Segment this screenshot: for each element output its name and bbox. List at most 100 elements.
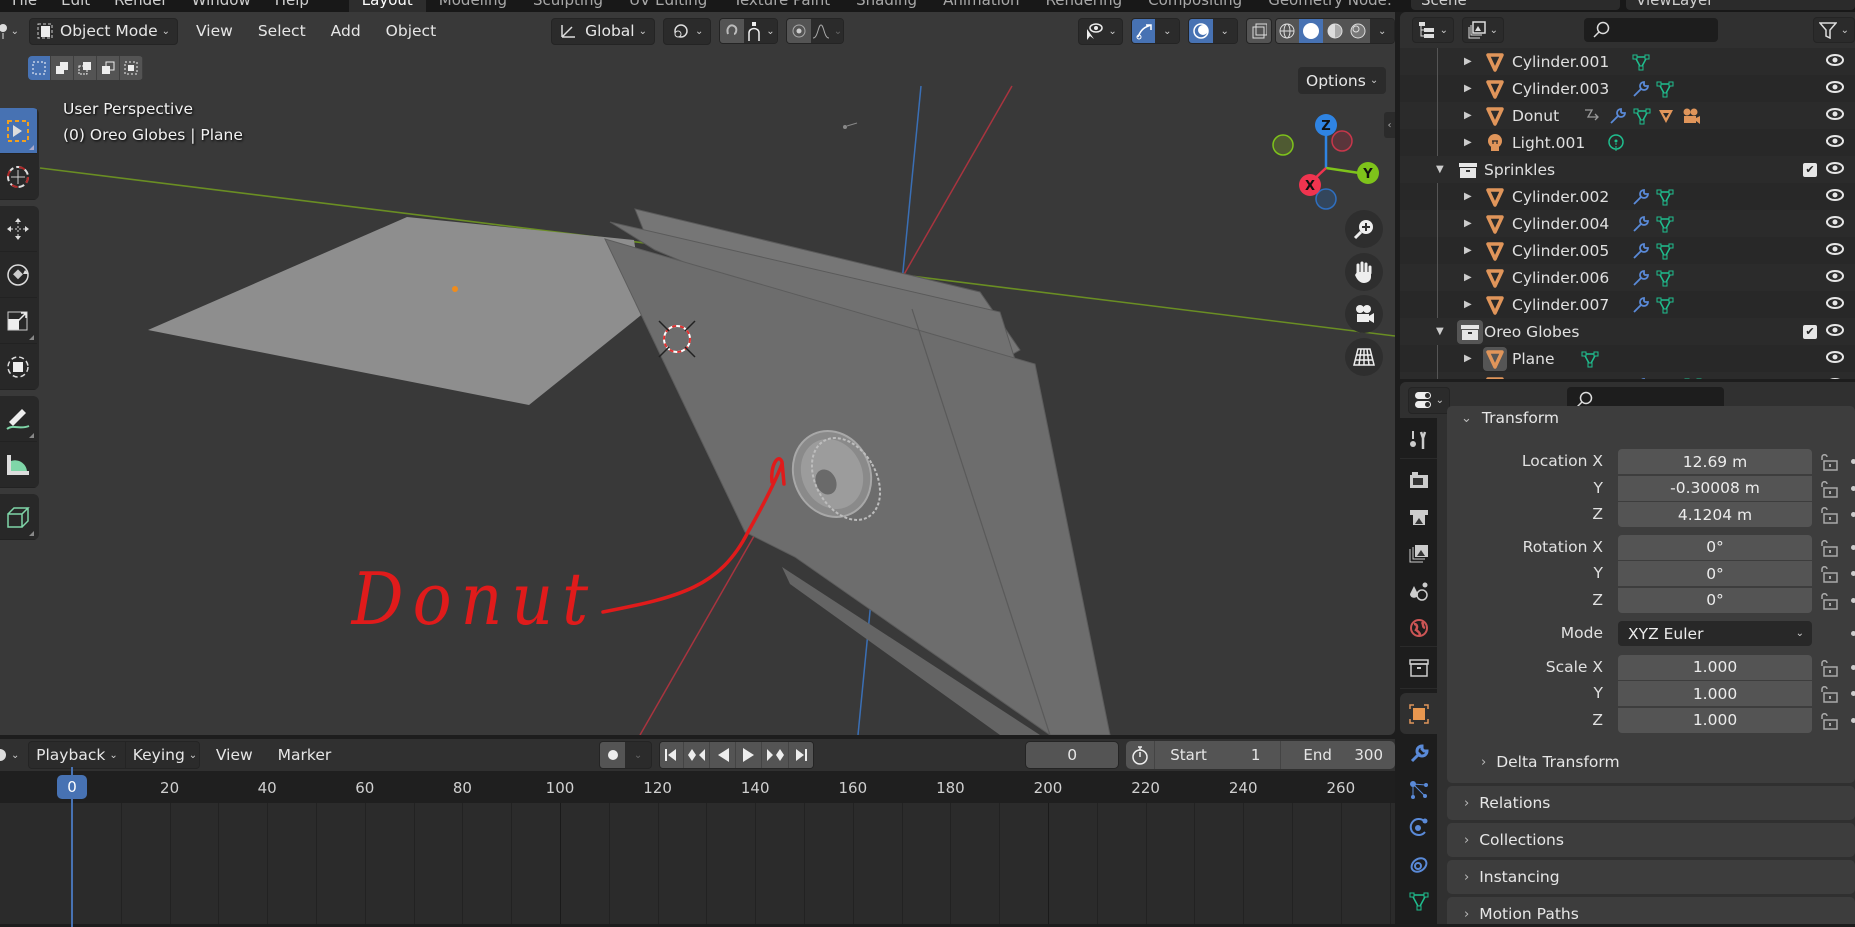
outliner-object-row[interactable]: ▶ Plane — [1400, 345, 1855, 372]
zoom-button[interactable] — [1345, 210, 1383, 248]
expand-arrow-down-icon[interactable]: ▼ — [1436, 326, 1444, 337]
workspace-tab-compositing[interactable]: Compositing — [1135, 0, 1255, 12]
workspace-tab-texture-paint[interactable]: Texture Paint — [720, 0, 843, 12]
editor-type-button[interactable]: ⌄ — [0, 18, 22, 44]
jump-to-start-button[interactable] — [659, 742, 684, 768]
tab-view-layer[interactable] — [1400, 535, 1437, 572]
sidebar-toggle[interactable]: ‹ — [1384, 112, 1395, 138]
outliner-object-row[interactable]: ▶ Cylinder.005 — [1400, 237, 1855, 264]
lock-open-icon[interactable] — [1819, 659, 1839, 677]
eye-icon[interactable] — [1825, 242, 1845, 256]
eye-icon[interactable] — [1825, 215, 1845, 229]
next-keyframe-button[interactable] — [762, 742, 789, 768]
collections-panel[interactable]: › Collections — [1447, 823, 1855, 857]
auto-keying-toggle[interactable] — [600, 742, 626, 768]
proportional-falloff-dropdown[interactable]: ⌄ — [810, 19, 844, 43]
keyframe-dot[interactable] — [1851, 544, 1855, 550]
tool-rotate[interactable] — [0, 252, 37, 298]
workspace-tab-animation[interactable]: Animation — [930, 0, 1032, 12]
expand-arrow-right-icon[interactable]: ▶ — [1464, 110, 1472, 121]
eye-icon[interactable] — [1825, 377, 1845, 380]
location-z-field[interactable]: 4.1204 m — [1618, 502, 1812, 527]
use-preview-range-toggle[interactable] — [1126, 741, 1156, 769]
menu-file[interactable]: File — [0, 0, 49, 9]
outliner-object-row[interactable]: ▶ Cylinder.003 — [1400, 75, 1855, 102]
snap-target-dropdown[interactable]: ⌄ — [744, 19, 777, 43]
camera-view-button[interactable] — [1345, 295, 1383, 333]
gizmo-neg-y[interactable] — [1272, 134, 1294, 156]
start-frame-field[interactable]: Start 1 — [1155, 741, 1282, 769]
options-dropdown[interactable]: Options ⌄ — [1298, 67, 1387, 94]
tab-data[interactable] — [1400, 882, 1437, 919]
expand-arrow-right-icon[interactable]: ▶ — [1464, 137, 1472, 148]
tab-world[interactable] — [1400, 609, 1437, 646]
menu-window[interactable]: Window — [180, 0, 263, 9]
visibility-toggle[interactable] — [1825, 269, 1845, 287]
visibility-toggle[interactable] — [1825, 350, 1845, 368]
keyframe-dot[interactable] — [1851, 512, 1855, 517]
relations-panel[interactable]: › Relations — [1447, 786, 1855, 820]
workspace-tab-layout[interactable]: Layout — [348, 0, 426, 12]
visibility-toggle[interactable] — [1825, 323, 1845, 341]
eye-icon[interactable] — [1825, 107, 1845, 121]
playhead-frame-badge[interactable]: 0 — [57, 775, 87, 799]
tab-modifiers[interactable] — [1400, 734, 1437, 771]
gizmo-toggle[interactable] — [1131, 19, 1156, 43]
eye-icon[interactable] — [1825, 269, 1845, 283]
eye-icon[interactable] — [1825, 53, 1845, 67]
tool-annotate[interactable] — [0, 396, 37, 442]
visibility-toggle[interactable] — [1825, 242, 1845, 260]
play-button[interactable] — [736, 742, 763, 768]
tool-cursor[interactable] — [0, 154, 37, 200]
outliner-search-field[interactable] — [1584, 18, 1718, 42]
tool-add-cube[interactable] — [0, 494, 37, 540]
exclude-checkbox[interactable]: ✔ — [1803, 162, 1817, 177]
pan-button[interactable] — [1345, 253, 1383, 291]
lock-open-icon[interactable] — [1819, 565, 1839, 583]
shading-wireframe[interactable] — [1275, 19, 1300, 43]
keyframe-dot[interactable] — [1851, 664, 1855, 670]
tool-move[interactable] — [0, 206, 37, 252]
timeline-marker-menu[interactable]: Marker — [270, 742, 340, 768]
transform-panel-header[interactable]: ⌄ Transform — [1447, 406, 1855, 430]
outliner-editor-type[interactable]: ⌄ — [1412, 17, 1454, 43]
tab-object[interactable] — [1400, 693, 1437, 734]
outliner-object-row[interactable]: ▶ Cylinder.002 — [1400, 183, 1855, 210]
select-mode-subtract[interactable] — [74, 56, 97, 80]
transform-orientation-selector[interactable]: Global ⌄ — [551, 17, 655, 45]
timeline-editor-type[interactable]: ⌄ — [0, 742, 21, 768]
play-reverse-button[interactable] — [710, 742, 737, 768]
outliner-collection-row[interactable]: ▼ Oreo Globes ✔ — [1400, 318, 1855, 345]
keyframe-dot[interactable] — [1851, 597, 1855, 603]
tab-render[interactable] — [1400, 461, 1437, 498]
visibility-toggle[interactable] — [1825, 107, 1845, 125]
gizmo-neg-z[interactable] — [1315, 188, 1337, 210]
lock-open-icon[interactable] — [1819, 712, 1839, 730]
tab-physics[interactable] — [1400, 808, 1437, 845]
selectability-visibility-dropdown[interactable]: ⌄ — [1078, 17, 1123, 45]
menu-help[interactable]: Help — [263, 0, 321, 9]
select-mode-invert[interactable] — [97, 56, 120, 80]
prev-keyframe-button[interactable] — [683, 742, 711, 768]
shading-dropdown[interactable]: ⌄ — [1370, 19, 1394, 43]
xray-toggle[interactable] — [1245, 18, 1272, 44]
expand-arrow-right-icon[interactable]: ▶ — [1464, 218, 1472, 229]
properties-editor-type[interactable]: ⌄ — [1408, 386, 1450, 414]
overlay-toggle[interactable] — [1189, 19, 1213, 43]
proportional-editing-toggle[interactable] — [786, 19, 811, 43]
navigation-gizmo[interactable]: Z Y X — [1270, 112, 1390, 222]
mode-selector[interactable]: Object Mode ⌄ — [29, 17, 179, 45]
eye-icon[interactable] — [1825, 80, 1845, 94]
scale-z-field[interactable]: 1.000 — [1618, 707, 1812, 733]
visibility-toggle[interactable] — [1825, 215, 1845, 233]
keyframe-dot[interactable] — [1851, 631, 1855, 636]
expand-arrow-right-icon[interactable]: ▶ — [1464, 245, 1472, 256]
lock-open-icon[interactable] — [1819, 506, 1839, 524]
keyframe-dot[interactable] — [1851, 691, 1855, 696]
expand-arrow-right-icon[interactable]: ▶ — [1464, 56, 1472, 67]
select-mode-intersect[interactable] — [120, 56, 143, 80]
select-mode-new[interactable] — [28, 56, 51, 80]
keying-menu[interactable]: Keying ⌄ — [125, 742, 199, 768]
tool-scale[interactable] — [0, 298, 37, 344]
lock-open-icon[interactable] — [1819, 592, 1839, 610]
